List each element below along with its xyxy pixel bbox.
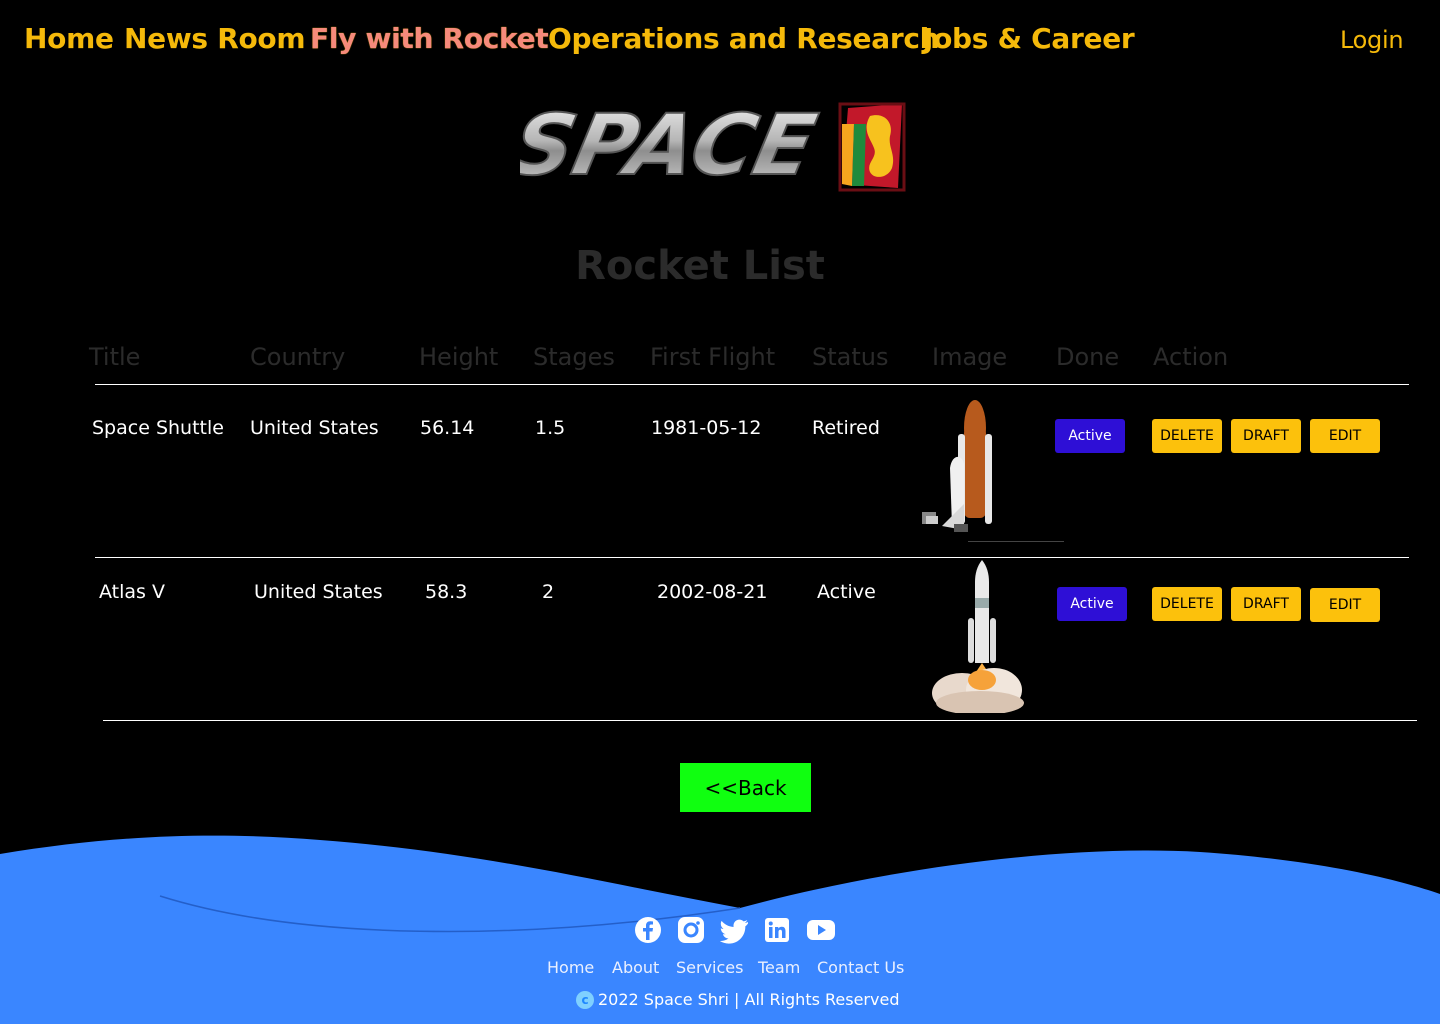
row-divider — [95, 557, 1409, 558]
done-active-button[interactable]: Active — [1057, 587, 1127, 621]
col-done-header: Done — [1056, 343, 1120, 371]
edit-button[interactable]: EDIT — [1310, 588, 1380, 622]
edit-button[interactable]: EDIT — [1310, 419, 1380, 453]
social-links — [634, 916, 835, 946]
cell-status: Retired — [812, 417, 880, 439]
delete-button[interactable]: DELETE — [1152, 419, 1222, 453]
cell-stages: 1.5 — [535, 417, 566, 439]
col-image-header: Image — [932, 343, 1008, 371]
row-divider — [103, 720, 1417, 721]
nav-jobs-career[interactable]: Jobs & Career — [923, 22, 1135, 55]
cell-country: United States — [250, 417, 379, 439]
cell-first-flight: 1981-05-12 — [651, 417, 762, 439]
cell-status: Active — [817, 581, 876, 603]
rocket-image — [932, 558, 1027, 715]
col-title-header: Title — [89, 343, 141, 371]
draft-button[interactable]: DRAFT — [1231, 587, 1301, 621]
space-logo: SPACE — [502, 96, 920, 196]
col-country-header: Country — [250, 343, 346, 371]
nav-login[interactable]: Login — [1340, 26, 1404, 54]
cell-height: 56.14 — [420, 417, 475, 439]
copyright-icon: c — [576, 990, 594, 1009]
cell-title: Space Shuttle — [92, 417, 224, 439]
col-status-header: Status — [812, 343, 889, 371]
delete-button[interactable]: DELETE — [1152, 587, 1222, 621]
nav-news-room[interactable]: News Room — [124, 22, 306, 55]
header-divider — [95, 384, 1409, 385]
footer-link-contact-us[interactable]: Contact Us — [817, 958, 904, 977]
nav-home[interactable]: Home — [24, 22, 114, 55]
cell-stages: 2 — [542, 581, 555, 603]
top-nav: Home News Room Fly with Rocket Operation… — [0, 0, 1440, 80]
done-active-button[interactable]: Active — [1055, 419, 1125, 453]
nav-fly-with-rocket[interactable]: Fly with Rocket — [310, 22, 549, 55]
cell-country: United States — [254, 581, 383, 603]
logo-text: SPACE — [520, 97, 824, 195]
footer-link-team[interactable]: Team — [758, 958, 800, 977]
cell-first-flight: 2002-08-21 — [657, 581, 768, 603]
col-action-header: Action — [1153, 343, 1229, 371]
youtube-icon[interactable] — [806, 916, 835, 946]
page-title: Rocket List — [575, 243, 825, 289]
col-stages-header: Stages — [533, 343, 615, 371]
col-first-flight-header: First Flight — [650, 343, 776, 371]
copyright-text: 2022 Space Shri | All Rights Reserved — [598, 990, 900, 1009]
footer-link-home[interactable]: Home — [547, 958, 594, 977]
footer-link-about[interactable]: About — [612, 958, 659, 977]
nav-operations-research[interactable]: Operations and Research — [548, 22, 940, 55]
cell-height: 58.3 — [425, 581, 468, 603]
twitter-icon[interactable] — [719, 916, 748, 946]
cell-title: Atlas V — [99, 581, 165, 603]
lion-flag-emblem — [838, 102, 906, 192]
back-button[interactable]: <<Back — [680, 763, 811, 812]
rocket-image — [918, 398, 1064, 544]
footer-link-services[interactable]: Services — [676, 958, 743, 977]
linkedin-icon[interactable] — [763, 916, 791, 946]
copyright: c 2022 Space Shri | All Rights Reserved — [576, 990, 899, 1009]
draft-button[interactable]: DRAFT — [1231, 419, 1301, 453]
facebook-icon[interactable] — [634, 916, 662, 946]
col-height-header: Height — [419, 343, 499, 371]
instagram-icon[interactable] — [677, 916, 705, 946]
